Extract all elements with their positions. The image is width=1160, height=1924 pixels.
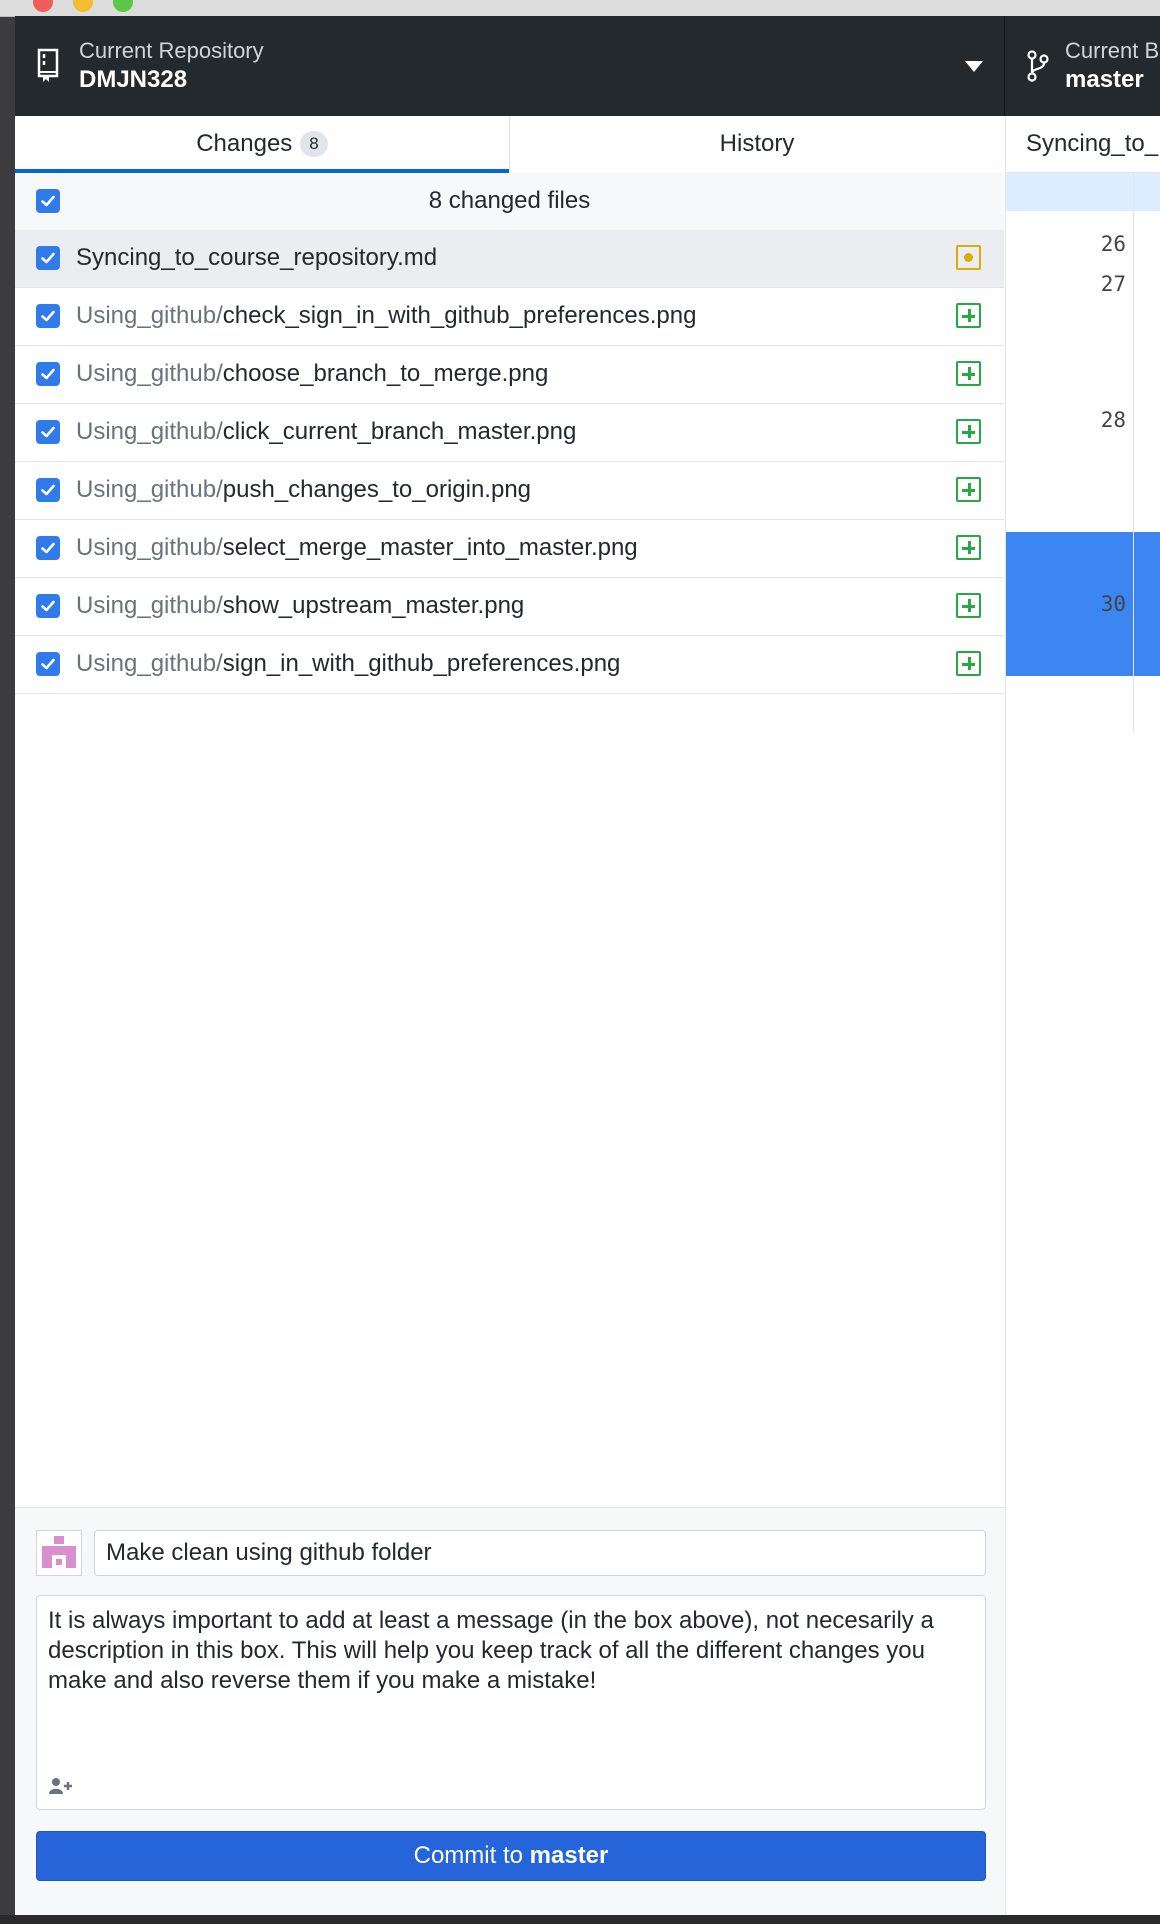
file-added-icon [956,303,981,328]
current-repository-label: Current Repository [79,38,264,63]
current-repository-button[interactable]: Current Repository DMJN328 [15,16,1005,116]
file-added-icon [956,593,981,618]
file-row[interactable]: Using_github/sign_in_with_github_prefere… [15,636,1004,694]
file-path: Using_github/sign_in_with_github_prefere… [76,636,620,692]
file-row[interactable]: Using_github/choose_branch_to_merge.png [15,346,1004,404]
file-row[interactable]: Using_github/click_current_branch_master… [15,404,1004,462]
tab-history-label: History [719,130,795,157]
checkmark-icon [41,600,55,612]
checkmark-icon [41,426,55,438]
checkmark-icon [41,658,55,670]
diff-line-number[interactable]: 29 [1066,447,1126,471]
file-path: Using_github/select_merge_master_into_ma… [76,520,638,576]
zoom-window-icon[interactable] [113,0,133,12]
add-coauthor-icon[interactable] [48,1776,74,1796]
file-row[interactable]: Syncing_to_course_repository.md [15,230,1004,288]
file-name: click_current_branch_master.png [222,418,577,445]
commit-description-input[interactable]: It is always important to add at least a… [48,1606,973,1756]
file-row[interactable]: Using_github/check_sign_in_with_github_p… [15,288,1004,346]
file-path: Using_github/check_sign_in_with_github_p… [76,288,696,344]
diff-line-number[interactable]: 26 [1066,232,1126,256]
minimize-window-icon[interactable] [73,0,93,12]
file-include-checkbox[interactable] [36,478,60,502]
file-directory: Using_github/ [76,592,223,619]
current-repository-name: DMJN328 [79,66,188,93]
commit-button-prefix: Commit to [413,1842,523,1869]
file-directory: Using_github/ [76,418,223,445]
file-name: sign_in_with_github_preferences.png [222,650,621,677]
file-path: Using_github/show_upstream_master.png [76,578,524,634]
file-directory: Using_github/ [76,360,223,387]
sidebar-tabs: Changes 8 History [15,116,1004,174]
checkmark-icon [41,542,55,554]
file-include-checkbox[interactable] [36,652,60,676]
file-added-icon [956,477,981,502]
diff-file-title: Syncing_to_ [1006,116,1160,173]
changed-file-list: Syncing_to_course_repository.md Using_gi… [15,230,1004,694]
file-include-checkbox[interactable] [36,246,60,270]
commit-button-branch: master [529,1842,609,1869]
file-directory: Using_github/ [76,650,223,677]
desktop-bottom-edge [0,1915,1160,1924]
tab-history[interactable]: History [510,116,1004,173]
file-path: Syncing_to_course_repository.md [76,230,437,286]
file-directory: Using_github/ [76,302,223,329]
tab-changes[interactable]: Changes 8 [15,116,510,174]
file-name: check_sign_in_with_github_preferences.pn… [222,302,697,329]
changed-files-header: 8 changed files [15,173,1004,231]
file-row[interactable]: Using_github/push_changes_to_origin.png [15,462,1004,520]
current-branch-name: master [1065,66,1144,93]
file-name: choose_branch_to_merge.png [222,360,549,387]
checkmark-icon [41,252,55,264]
file-include-checkbox[interactable] [36,304,60,328]
file-name: select_merge_master_into_master.png [222,534,638,561]
file-directory: Using_github/ [76,476,223,503]
file-added-icon [956,535,981,560]
diff-line-number[interactable]: 30 [1066,592,1126,616]
diff-pane: Syncing_to_ 26 27 28 29 30 [1005,116,1160,1915]
file-include-checkbox[interactable] [36,594,60,618]
file-path: Using_github/choose_branch_to_merge.png [76,346,548,402]
window-titlebar [0,0,1160,17]
file-name: show_upstream_master.png [222,592,525,619]
checkmark-icon [41,310,55,322]
diff-hunk-header[interactable] [1006,173,1160,211]
file-row[interactable]: Using_github/select_merge_master_into_ma… [15,520,1004,578]
commit-summary-input[interactable] [94,1530,986,1576]
current-branch-label: Current B [1065,38,1160,63]
file-row[interactable]: Using_github/show_upstream_master.png [15,578,1004,636]
tab-changes-label: Changes [196,130,293,157]
diff-line-number[interactable]: 28 [1066,408,1126,432]
changes-count-badge: 8 [300,131,328,157]
changed-files-count: 8 changed files [428,187,591,214]
app-window: Current Repository DMJN328 Current B mas… [15,16,1160,1915]
file-modified-icon [956,245,981,270]
diff-gutter-divider [1133,173,1134,733]
current-branch-button[interactable]: Current B master [1005,16,1160,116]
file-added-icon [956,419,981,444]
repository-icon [37,48,59,82]
file-name: Syncing_to_course_repository.md [76,244,438,271]
commit-description-box: It is always important to add at least a… [36,1595,986,1810]
toolbar: Current Repository DMJN328 Current B mas… [15,16,1160,116]
file-include-checkbox[interactable] [36,536,60,560]
file-include-checkbox[interactable] [36,362,60,386]
file-include-checkbox[interactable] [36,420,60,444]
commit-panel: It is always important to add at least a… [15,1507,1004,1915]
diff-line-number[interactable]: 27 [1066,272,1126,296]
file-added-icon [956,361,981,386]
identicon-icon [42,1536,76,1568]
file-path: Using_github/click_current_branch_master… [76,404,576,460]
branch-icon [1027,50,1049,82]
avatar [36,1530,82,1576]
file-added-icon [956,651,981,676]
file-name: push_changes_to_origin.png [222,476,532,503]
checkmark-icon [41,368,55,380]
commit-button[interactable]: Commit to master [36,1831,986,1881]
checkmark-icon [41,484,55,496]
chevron-down-icon [965,61,983,72]
close-window-icon[interactable] [33,0,53,12]
file-path: Using_github/push_changes_to_origin.png [76,462,531,518]
file-directory: Using_github/ [76,534,223,561]
